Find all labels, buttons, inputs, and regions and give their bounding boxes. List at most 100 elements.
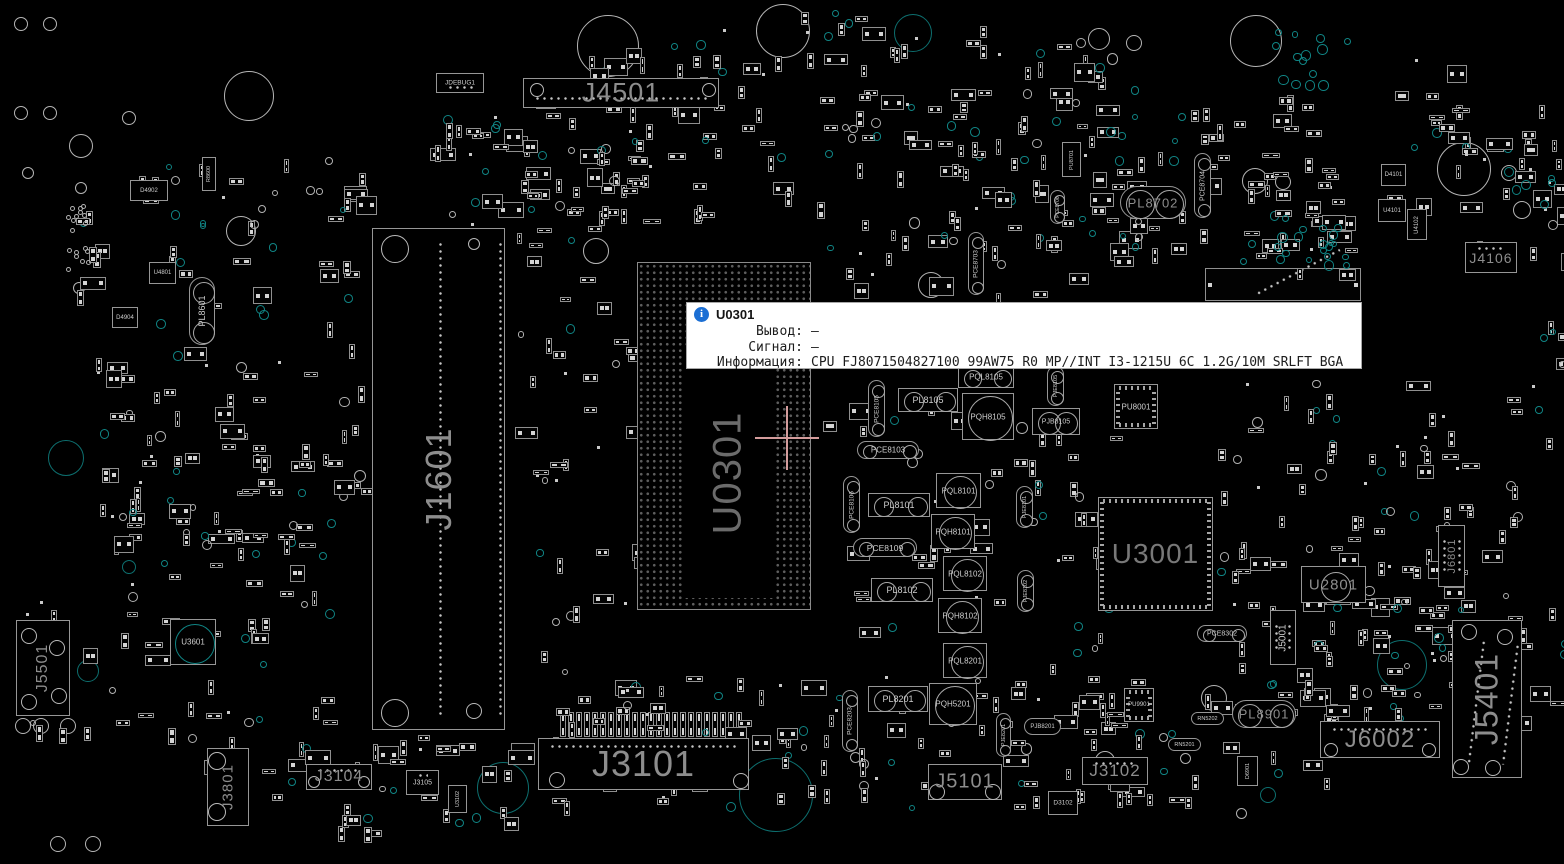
component-u3102[interactable]: U3102 [448,785,467,813]
pad [1395,708,1402,721]
component-pje8102[interactable]: PJE8102 [1017,570,1034,612]
component-u4801[interactable]: U4801 [149,262,176,284]
component-pce8703[interactable]: PCE8703 [968,232,984,295]
pad [258,479,275,486]
component-label: J6801 [1446,539,1458,574]
component-pqh8101[interactable]: PQH8101 [931,514,975,549]
component-pl8102[interactable]: PL8102 [871,578,933,602]
component-pjb8105[interactable]: PJB8105 [1032,408,1080,435]
component-pce8103[interactable]: PCE8103 [857,441,919,459]
via-icon [1076,38,1086,48]
component-outline [106,370,122,388]
component-d3102[interactable]: D3102 [1048,791,1078,815]
component-u4101[interactable]: U4101 [1378,199,1406,222]
mount-hole-icon [1021,598,1034,611]
mount-hole-icon [1324,743,1338,757]
component-pqh5201[interactable]: PQH5201 [929,683,977,725]
pad [885,676,888,679]
component-u3601[interactable]: U3601 [170,619,216,665]
mount-hole-icon [874,690,896,712]
component-pce8106[interactable]: PCE8106 [843,476,860,533]
component-rn5201[interactable]: RN5201 [1168,738,1201,751]
component-pqh8102[interactable]: PQH8102 [938,598,982,633]
component-pu8001[interactable]: PU8001 [1114,384,1158,429]
component-rn5202[interactable]: RN5202 [1191,712,1224,725]
component-j3102[interactable]: J3102 [1082,757,1148,785]
component-pu8701[interactable]: PU8701 [1062,142,1081,177]
tooltip-row-label: Информация: [687,355,803,371]
component-j1601[interactable]: J1601 [372,228,505,730]
pad [952,164,959,177]
component-pl8702[interactable]: PL8702 [1120,186,1186,219]
pad [1503,188,1510,200]
pad [1239,548,1245,560]
component-pce8302[interactable]: PCE8302 [1197,625,1247,642]
pad [546,338,552,354]
pad [261,457,268,473]
component-j4106[interactable]: J4106 [1465,242,1517,273]
component-u3001[interactable]: U3001 [1098,497,1213,611]
component-pl8201[interactable]: PL8201 [868,686,928,712]
component-j3801[interactable]: J3801 [207,748,249,826]
test-point-icon [1393,604,1402,613]
pad [1284,126,1299,132]
via-icon [1306,545,1314,553]
pad [1331,546,1343,551]
component-j5101[interactable]: J5101 [928,764,1002,800]
pad [624,712,630,737]
component-outline [346,815,361,826]
pad [1332,199,1345,205]
component-pql8101[interactable]: PQL8101 [936,473,981,508]
pad [1033,180,1040,197]
plated-hole-icon [122,560,136,574]
pad [1041,155,1046,169]
via-icon [244,718,253,727]
pad [560,712,566,737]
component-j3104[interactable]: J3104 [306,764,372,790]
component-j4501[interactable]: J4501 [523,78,719,108]
component-jdebug1[interactable]: JDEBUG1 [436,73,484,93]
component-j3105[interactable]: J3105 [406,770,439,795]
mount-hole-icon [193,322,215,344]
component-j6002[interactable]: J6002 [1320,721,1440,758]
component-d4904[interactable]: D4904 [112,307,138,328]
pad [1552,140,1558,152]
component-pql8201[interactable]: PQL8201 [943,643,987,678]
component-j5501[interactable]: J5501 [16,620,70,716]
component-pl8901[interactable]: PL8901 [1232,700,1296,728]
component-pl8601[interactable]: PL8601 [189,277,215,345]
test-point-icon [528,206,535,213]
pad [556,708,570,715]
test-point-icon [1309,70,1317,78]
component-pjb8201[interactable]: PJB8201 [1024,718,1061,735]
component-outline [1406,381,1431,391]
pad [304,372,317,378]
component-pu9901[interactable]: PU9901 [1124,688,1154,722]
component-r8600[interactable]: R8600 [202,157,216,191]
component-pce8704[interactable]: PCE8704 [1194,153,1211,218]
component-j5001[interactable]: J5001 [1270,610,1296,665]
component-pce8109[interactable]: PCE8109 [853,538,917,557]
component-pqh8105[interactable]: PQH8105 [962,393,1014,440]
component-u2801[interactable]: U2801 [1301,566,1366,603]
component-j5401[interactable]: J5401 [1452,620,1522,778]
component-j6801[interactable]: J6801 [1438,525,1465,587]
component-pce8105[interactable]: PCE8105 [868,380,885,437]
mount-hole-icon [1051,392,1064,405]
component-d4101[interactable]: D4101 [1381,164,1406,186]
component-u4102[interactable]: U4102 [1407,209,1427,240]
pad [504,770,511,782]
component-pce8203[interactable]: PCE8203 [842,690,858,752]
component-j3101[interactable]: J3101 [538,738,749,790]
component-pje8105[interactable]: PJE8105 [1047,366,1064,406]
pcb-board-canvas[interactable]: i U0301 Вывод:—Сигнал:—Информация:CPU FJ… [0,0,1564,864]
component-pce8706[interactable]: PCE8706 [1050,190,1065,224]
component-pl8105[interactable]: PL8105 [898,388,958,412]
component-pl8101[interactable]: PL8101 [868,493,930,517]
component-pje8201[interactable]: PJE8201 [996,713,1011,757]
component-pje8101[interactable]: PJE8101 [1016,486,1033,528]
component-d4902[interactable]: D4902 [130,180,168,201]
pad [321,697,335,704]
component-d6901[interactable]: D6901 [1237,756,1258,786]
component-pql8102[interactable]: PQL8102 [943,556,987,591]
